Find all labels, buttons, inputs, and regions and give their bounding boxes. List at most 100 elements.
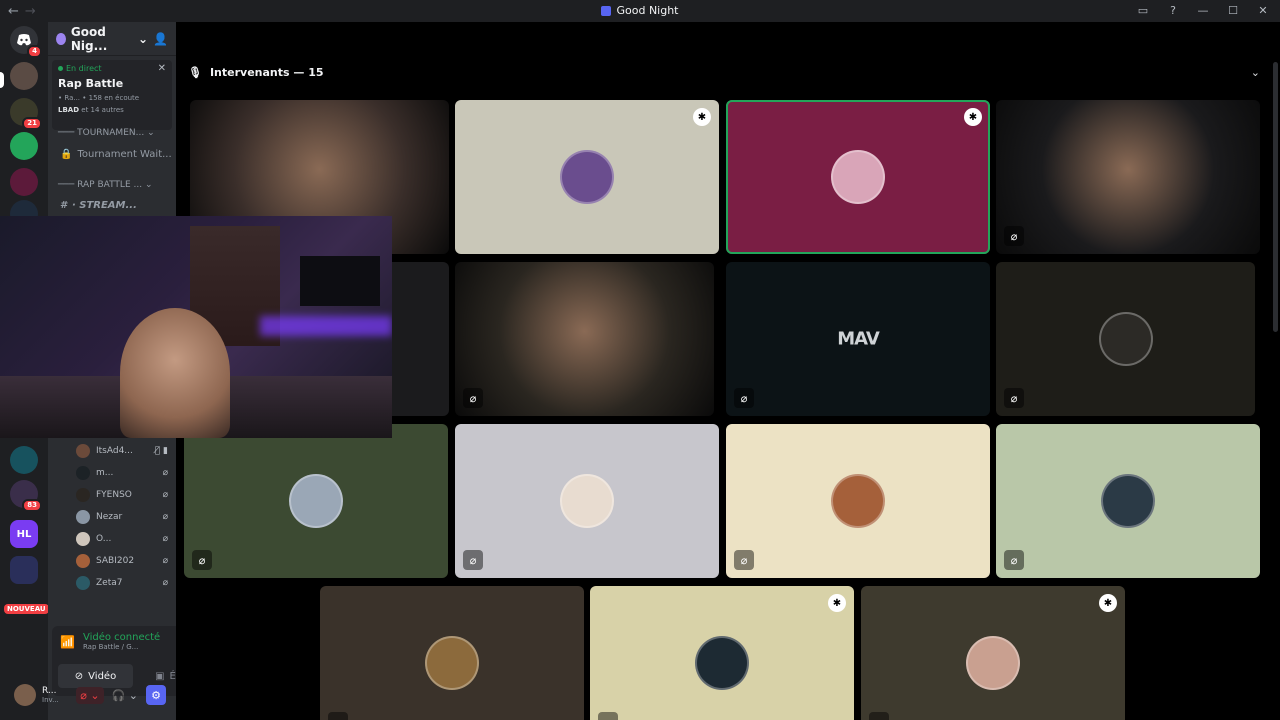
mic-muted-icon: ⌀ — [192, 550, 212, 570]
person — [120, 308, 230, 438]
member-row[interactable]: m... ⌀ — [76, 466, 168, 480]
window-title-text: Good Night — [616, 4, 679, 17]
notification-badge: 4 — [27, 45, 42, 58]
mic-muted-icon: ⌀ — [162, 556, 168, 566]
stage-title: Rap Battle — [58, 77, 124, 90]
user-status: Inv... — [42, 696, 59, 704]
chevron-down-icon[interactable]: ⌄ — [1251, 66, 1260, 79]
guild-header[interactable]: Good Nig... ⌄ 👤 — [48, 22, 176, 56]
server-rap-battle[interactable] — [10, 62, 38, 90]
speaker-tile[interactable]: ⌀ — [996, 262, 1255, 416]
mic-muted-icon: ⌀ — [1004, 550, 1024, 570]
server-21[interactable]: 21 — [10, 98, 42, 130]
member-row[interactable]: SABI202 ⌀ — [76, 554, 168, 568]
server-hl[interactable]: HL — [10, 520, 38, 548]
mic-muted-icon[interactable]: ⌀ ⌄ — [76, 686, 104, 704]
moderator-badge-icon: ✱ — [964, 108, 982, 126]
maximize-icon[interactable]: ☐ — [1226, 3, 1240, 17]
member-row[interactable]: ItsAd4... 🎙̸ ▮ — [76, 444, 168, 458]
avatar — [560, 474, 614, 528]
moderator-badge-icon: ✱ — [693, 108, 711, 126]
notification-badge: 83 — [22, 499, 42, 512]
moderator-badge-icon: ✱ — [1099, 594, 1117, 612]
new-badge: NOUVEAU — [4, 604, 49, 614]
speakers-count: Intervenants — 15 — [209, 66, 324, 79]
voice-location[interactable]: Rap Battle / G... — [83, 643, 160, 651]
server-green[interactable] — [10, 132, 38, 160]
server-initials: HL — [16, 528, 32, 540]
member-row[interactable]: Zeta7 ⌀ — [76, 576, 168, 590]
speaker-tile[interactable]: ✱ — [455, 100, 719, 254]
mic-muted-icon: ⌀ — [328, 712, 348, 720]
lock-icon: 🔒 — [60, 149, 73, 160]
help-icon[interactable]: ? — [1166, 3, 1180, 17]
speaker-tile[interactable]: ✱⌀ — [590, 586, 854, 720]
avatar — [1098, 312, 1153, 366]
mic-muted-icon: ⌀ — [1004, 226, 1024, 246]
speaker-tile[interactable]: ⌀ — [996, 100, 1260, 254]
guild-icon — [56, 32, 66, 45]
category-tournament[interactable]: ─── TOURNAMEN... ⌄ — [58, 128, 155, 138]
voice-status: Vidéo connecté — [82, 632, 161, 643]
stage-participants: LBAD et 14 autres — [58, 106, 124, 114]
avatar — [425, 636, 479, 690]
speaker-tile[interactable]: ⌀ — [726, 424, 990, 578]
member-row[interactable]: FYENSO ⌀ — [76, 488, 168, 502]
scrollbar[interactable] — [1273, 62, 1278, 332]
speaker-tile[interactable]: ⌀ — [455, 424, 719, 578]
minimize-icon[interactable]: — — [1196, 3, 1210, 17]
mic-muted-icon: ⌀ — [162, 490, 168, 500]
chevron-down-icon: ⌄ — [137, 31, 149, 46]
user-panel: R... Inv... ⌀ ⌄ 🎧 ⌄ ⚙ — [8, 678, 172, 712]
avatar — [831, 150, 885, 204]
speaker-tile[interactable]: ⌀ — [184, 424, 448, 578]
speaker-tile[interactable]: ⌀ — [996, 424, 1260, 578]
signal-icon[interactable]: 📶 — [60, 635, 75, 649]
hash-icon: # — [60, 200, 67, 211]
settings-icon[interactable]: ⚙ — [146, 685, 166, 705]
avatar — [831, 474, 885, 528]
tv — [300, 256, 380, 306]
forward-arrow-icon[interactable]: → — [25, 4, 36, 19]
speaker-tile[interactable]: ⌀ — [320, 586, 584, 720]
inbox-icon[interactable]: ▭ — [1136, 3, 1150, 17]
server-boaters[interactable] — [10, 168, 38, 196]
speaker-tile[interactable]: ✱ — [726, 100, 990, 254]
close-icon[interactable]: ✕ — [158, 63, 166, 74]
active-pill — [0, 72, 4, 88]
microphone-icon: 🎙 — [188, 66, 202, 79]
guild-name: Good Nig... — [70, 24, 108, 53]
member-row[interactable]: Nezar ⌀ — [76, 510, 168, 524]
discord-home-icon[interactable]: 4 — [10, 26, 42, 58]
avatar — [560, 150, 614, 204]
mic-muted-icon: ⌀ — [162, 534, 168, 544]
server-blue[interactable] — [10, 446, 38, 474]
headphones-icon[interactable]: 🎧 ⌄ — [112, 689, 138, 702]
stage-meta: • Ra... • 158 en écoute — [58, 94, 140, 102]
webcam-overlay[interactable] — [0, 216, 392, 438]
channel-tournament-wait[interactable]: 🔒 Tournament Wait... — [60, 149, 172, 160]
mic-muted-icon: ⌀ — [734, 388, 754, 408]
mic-muted-icon: ⌀ — [162, 512, 168, 522]
server-logo: MAV — [837, 328, 880, 350]
notification-badge: 21 — [22, 117, 42, 130]
member-row[interactable]: O... ⌀ — [76, 532, 168, 546]
live-indicator: En direct — [58, 64, 166, 73]
avatar[interactable] — [14, 684, 36, 706]
channel-stream[interactable]: # · STREAM... — [60, 200, 137, 211]
category-rap-battle[interactable]: ─── RAP BATTLE ... ⌄ — [58, 180, 152, 190]
mic-muted-icon: ⌀ — [463, 388, 483, 408]
server-icon — [601, 5, 612, 16]
close-window-icon[interactable]: ✕ — [1256, 3, 1270, 17]
back-arrow-icon[interactable]: ← — [8, 4, 19, 19]
mic-muted-icon: ⌀ — [598, 712, 618, 720]
live-stage-card[interactable]: En direct ✕ Rap Battle • Ra... • 158 en … — [52, 60, 172, 130]
server-83[interactable]: 83 — [10, 480, 42, 512]
mic-muted-icon: ⌀ — [463, 550, 483, 570]
invite-icon[interactable]: 👤 — [153, 32, 168, 46]
folder-icon[interactable] — [10, 556, 38, 584]
speaker-tile[interactable]: ⌀ — [455, 262, 714, 416]
speaker-tile[interactable]: ✱⌀ — [861, 586, 1125, 720]
mic-muted-icon: ⌀ — [734, 550, 754, 570]
speaker-tile[interactable]: MAV ⌀ — [726, 262, 990, 416]
